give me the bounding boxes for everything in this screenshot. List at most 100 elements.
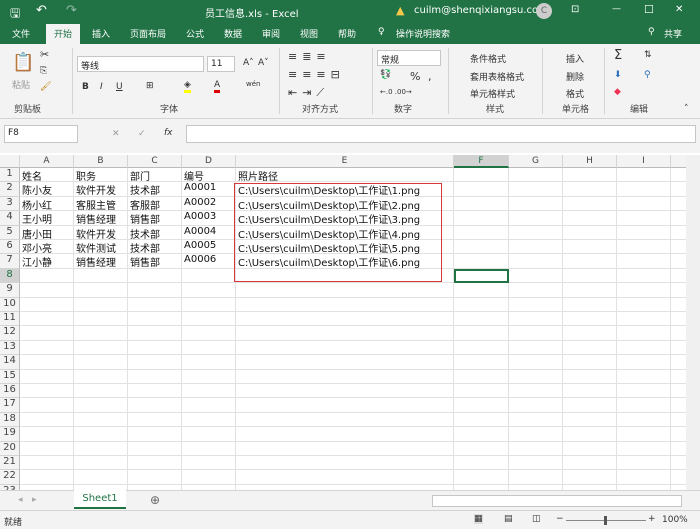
cell[interactable] [563,340,617,356]
tab-file[interactable]: 文件 [12,27,30,40]
cell[interactable] [671,326,686,341]
cell[interactable] [20,297,74,312]
row-header[interactable]: 3 [0,196,20,212]
cell[interactable] [20,283,74,298]
paste-button[interactable]: 粘贴 [12,78,30,91]
scroll-left-icon[interactable]: ◂ [18,495,23,505]
cell[interactable] [617,340,671,356]
find-icon[interactable]: ⚲ [644,70,651,80]
cell[interactable] [671,298,686,312]
cell[interactable] [509,441,563,456]
cell[interactable] [454,369,509,384]
tab-help[interactable]: 帮助 [338,27,356,40]
column-header-partial[interactable] [671,155,686,168]
cell[interactable] [236,297,454,312]
cell[interactable] [182,312,236,327]
cell[interactable] [182,297,236,312]
cell[interactable]: 软件开发 [74,225,128,241]
cell[interactable] [617,182,671,197]
cell[interactable] [454,355,509,370]
font-size-select[interactable]: 11 [207,56,235,72]
zoom-out-button[interactable]: − [556,514,564,524]
cell[interactable] [671,442,686,456]
cell[interactable] [74,470,128,485]
row-header[interactable]: 10 [0,297,20,312]
cell[interactable] [20,312,74,327]
cell[interactable] [74,355,128,370]
cell[interactable] [20,456,74,471]
cell[interactable] [74,268,128,284]
cell[interactable] [128,384,182,399]
cell[interactable] [74,427,128,442]
row-header[interactable]: 6 [0,240,20,255]
zoom-in-button[interactable]: + [648,514,656,524]
cell[interactable] [671,341,686,356]
cell[interactable] [182,283,236,298]
cell[interactable] [509,283,563,298]
tab-page-layout[interactable]: 页面布局 [130,27,166,40]
cell[interactable] [509,168,563,183]
cell[interactable] [563,326,617,341]
select-all-corner[interactable] [0,155,20,168]
tab-insert[interactable]: 插入 [92,27,110,40]
row-header[interactable]: 22 [0,470,20,485]
insert-cells-button[interactable]: 插入 [566,52,584,65]
cell[interactable] [617,297,671,312]
cell[interactable] [128,355,182,370]
cell[interactable] [74,456,128,471]
cell[interactable] [509,427,563,442]
cell[interactable] [563,398,617,413]
phonetic-icon[interactable]: wén [246,80,260,88]
row-header[interactable]: 20 [0,441,20,456]
cell[interactable] [128,427,182,442]
sheet-tab-sheet1[interactable]: Sheet1 [74,490,126,509]
cell[interactable] [128,340,182,356]
cell[interactable] [454,427,509,442]
cell[interactable] [617,225,671,240]
user-email[interactable]: cuilm@shenqixiangsu.com [414,5,548,16]
cell[interactable] [128,456,182,471]
cell[interactable] [617,412,671,428]
cell[interactable] [509,326,563,341]
cell[interactable] [671,456,686,471]
cell[interactable] [509,225,563,240]
formula-input[interactable] [186,125,696,143]
row-header[interactable]: 4 [0,211,20,226]
cell[interactable] [454,297,509,312]
row-header[interactable]: 1 [0,168,20,183]
column-header-D[interactable]: D [182,155,236,168]
cell[interactable] [509,182,563,197]
cell[interactable] [563,355,617,370]
indent-icons[interactable]: ⇤⇥⟋ [288,86,329,100]
maximize-button[interactable]: ☐ [644,3,654,16]
cell[interactable] [617,427,671,442]
horizontal-scrollbar[interactable] [432,495,682,507]
cell[interactable] [182,470,236,485]
cell[interactable] [563,427,617,442]
cell[interactable] [509,268,563,284]
row-header[interactable]: 19 [0,427,20,442]
cell[interactable] [563,297,617,312]
column-header-B[interactable]: B [74,155,128,168]
cell[interactable] [128,268,182,284]
cell[interactable] [563,470,617,485]
collapse-ribbon-icon[interactable]: ˄ [684,104,689,114]
cell[interactable] [454,398,509,413]
cell[interactable]: 销售部 [128,211,182,226]
cell[interactable] [20,326,74,341]
bold-button[interactable]: B [82,82,89,92]
cell[interactable] [563,412,617,428]
row-header[interactable]: 18 [0,412,20,428]
paste-icon[interactable]: 📋 [12,52,34,73]
cell[interactable]: 技术部 [128,240,182,255]
italic-button[interactable]: I [100,82,103,92]
cell[interactable] [20,427,74,442]
cell[interactable] [74,312,128,327]
cell[interactable] [509,412,563,428]
cell[interactable] [236,326,454,341]
cell[interactable] [617,168,671,183]
cell[interactable]: 邓小亮 [20,240,74,255]
row-header[interactable]: 2 [0,182,20,197]
cell[interactable] [236,456,454,471]
cell[interactable] [454,312,509,327]
